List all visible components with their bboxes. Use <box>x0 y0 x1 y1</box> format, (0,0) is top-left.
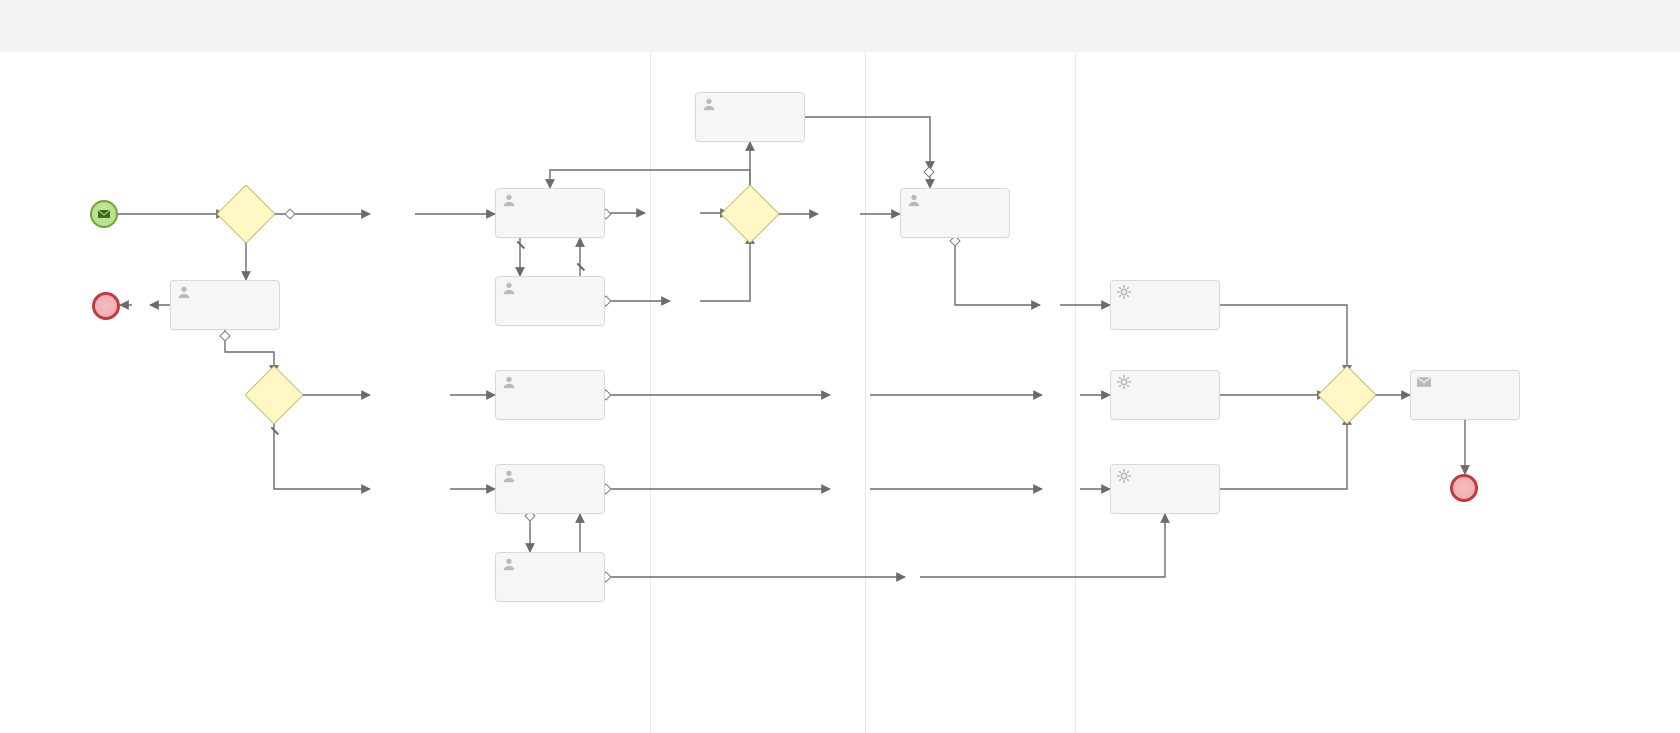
flow-marker <box>219 330 230 341</box>
exclusive-gateway[interactable] <box>1317 365 1376 424</box>
envelope-icon <box>98 210 110 218</box>
service-task[interactable] <box>1110 464 1220 514</box>
user-task[interactable] <box>495 188 605 238</box>
flow-marker <box>284 208 295 219</box>
exclusive-gateway[interactable] <box>244 365 303 424</box>
gear-icon <box>1117 469 1131 483</box>
user-icon <box>177 285 191 299</box>
default-flow-marker <box>270 430 280 440</box>
user-icon <box>502 469 516 483</box>
lane-divider <box>650 52 651 733</box>
lane-divider <box>1075 52 1076 733</box>
exclusive-gateway[interactable] <box>720 184 779 243</box>
service-task[interactable] <box>1110 280 1220 330</box>
default-flow-marker <box>576 266 586 276</box>
user-task[interactable] <box>695 92 805 142</box>
exclusive-gateway[interactable] <box>216 184 275 243</box>
service-task[interactable] <box>1110 370 1220 420</box>
user-icon <box>702 97 716 111</box>
user-icon <box>502 281 516 295</box>
user-icon <box>502 375 516 389</box>
user-icon <box>502 193 516 207</box>
user-task[interactable] <box>495 552 605 602</box>
user-task[interactable] <box>495 464 605 514</box>
user-task[interactable] <box>170 280 280 330</box>
toolbar <box>0 0 1680 53</box>
end-event[interactable] <box>1450 474 1478 502</box>
user-icon <box>907 193 921 207</box>
gear-icon <box>1117 375 1131 389</box>
diagram-canvas[interactable] <box>0 52 1680 733</box>
user-task[interactable] <box>495 276 605 326</box>
envelope-icon <box>1417 375 1431 389</box>
end-event[interactable] <box>92 292 120 320</box>
start-message-event[interactable] <box>90 200 118 228</box>
flow-marker <box>923 166 934 177</box>
default-flow-marker <box>516 244 526 254</box>
user-task[interactable] <box>900 188 1010 238</box>
user-icon <box>502 557 516 571</box>
lane-divider <box>865 52 866 733</box>
send-task[interactable] <box>1410 370 1520 420</box>
gear-icon <box>1117 285 1131 299</box>
user-task[interactable] <box>495 370 605 420</box>
